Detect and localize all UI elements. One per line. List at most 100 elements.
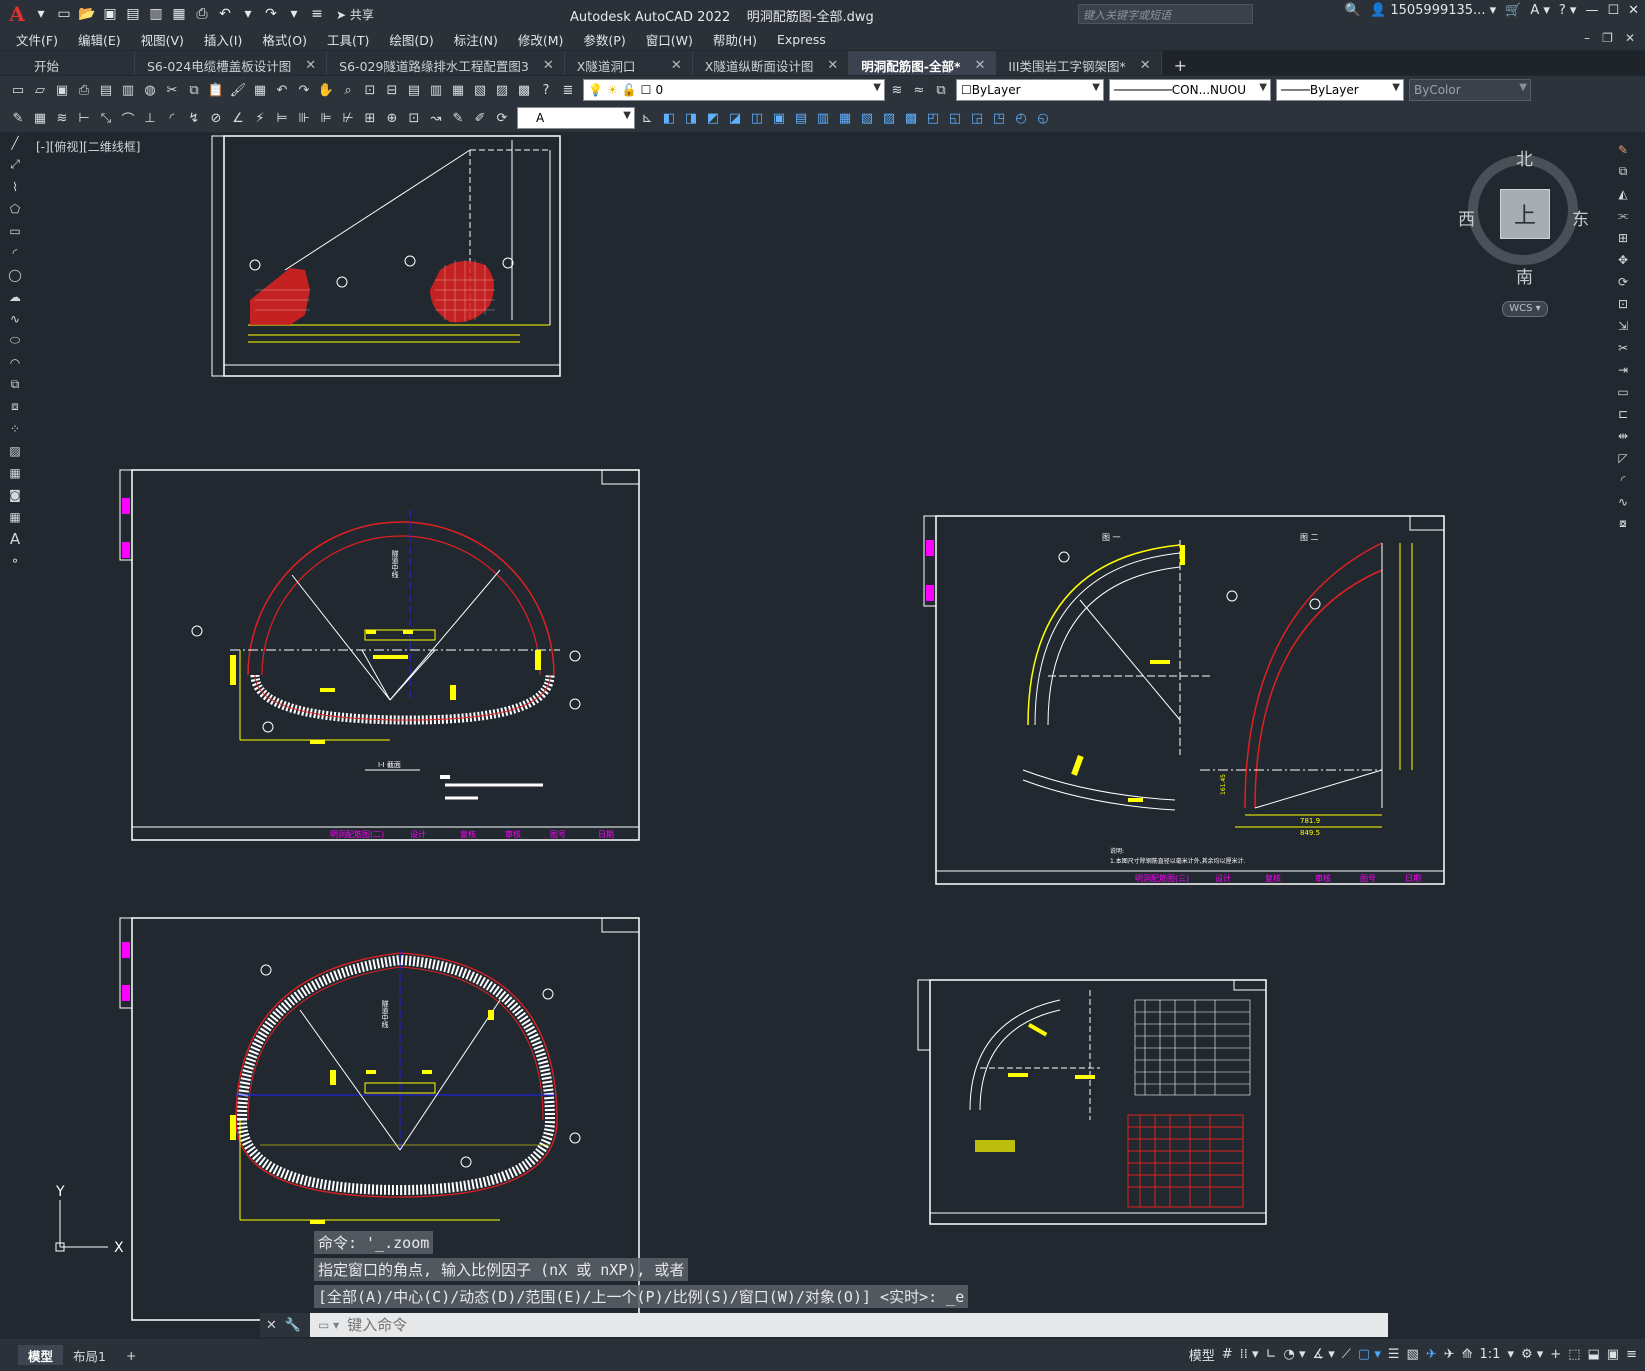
polar-tracking-icon[interactable]: ◔ ▾ bbox=[1283, 1347, 1305, 1362]
object-snap-icon[interactable]: ▢ ▾ bbox=[1358, 1347, 1381, 1362]
help-icon[interactable]: ? bbox=[536, 80, 556, 100]
tool-palettes-icon[interactable]: ▦ bbox=[448, 80, 468, 100]
make-current-layer-icon[interactable]: ≋ bbox=[887, 80, 907, 100]
tab-longitudinal[interactable]: X隧道纵断面设计图 ✕ bbox=[692, 51, 850, 75]
erase-icon[interactable]: ✎ bbox=[1613, 140, 1633, 159]
blend-curves-icon[interactable]: ∿ bbox=[1613, 492, 1633, 511]
shell-icon[interactable]: ◲ bbox=[967, 108, 987, 128]
tab-s6-024[interactable]: S6-024电缆槽盖板设计图 ✕ bbox=[135, 51, 328, 75]
redo-dropdown-icon[interactable]: ▾ bbox=[284, 4, 304, 24]
cut-icon[interactable]: ✂ bbox=[162, 80, 182, 100]
ellipse-icon[interactable]: ⬭ bbox=[5, 331, 25, 350]
add-layout-button[interactable]: + bbox=[116, 1345, 146, 1365]
dim-angular-icon[interactable]: ∠ bbox=[228, 108, 248, 128]
point-icon[interactable]: ⁘ bbox=[5, 419, 25, 438]
sheet-set-icon[interactable]: ▧ bbox=[470, 80, 490, 100]
dim-radius-icon[interactable]: ◜ bbox=[162, 108, 182, 128]
design-center-icon[interactable]: ▥ bbox=[426, 80, 446, 100]
ortho-icon[interactable]: ∟ bbox=[1266, 1347, 1277, 1362]
construction-line-icon[interactable]: ⤢ bbox=[5, 155, 25, 174]
tab-close-icon[interactable]: ✕ bbox=[827, 58, 838, 73]
clean-icon[interactable]: ◰ bbox=[923, 108, 943, 128]
annotation-scale-icon[interactable]: ⟰ bbox=[1462, 1347, 1473, 1362]
table-icon[interactable]: ▦ bbox=[5, 507, 25, 526]
plot-preview-icon[interactable]: ▦ bbox=[169, 4, 189, 24]
paste-icon[interactable]: 📋 bbox=[206, 80, 226, 100]
plotstyle-dropdown[interactable]: ByColor ▼ bbox=[1409, 79, 1531, 101]
match-properties-icon[interactable]: 🖌 bbox=[228, 80, 248, 100]
zoom-window-icon[interactable]: ⊡ bbox=[360, 80, 380, 100]
help-icon[interactable]: ? ▾ bbox=[1559, 3, 1577, 18]
app-menu-dropdown-icon[interactable]: ▾ bbox=[31, 4, 51, 24]
compass-north[interactable]: 北 bbox=[1516, 145, 1533, 170]
add-selected-icon[interactable]: ⚬ bbox=[5, 551, 25, 570]
pan-icon[interactable]: ✋ bbox=[316, 80, 336, 100]
undo-icon[interactable]: ↶ bbox=[215, 4, 235, 24]
3d-print-icon[interactable]: ◍ bbox=[140, 80, 160, 100]
viewcube[interactable]: 上 北 南 东 西 WCS ▾ bbox=[1458, 145, 1610, 320]
minimize-button[interactable]: — bbox=[1585, 3, 1598, 18]
save-as-icon[interactable]: ▤ bbox=[123, 4, 143, 24]
doc-restore-button[interactable]: ❐ bbox=[1602, 31, 1613, 45]
copy-faces-icon[interactable]: ▧ bbox=[857, 108, 877, 128]
separate-icon[interactable]: ◱ bbox=[945, 108, 965, 128]
save-icon[interactable]: ▣ bbox=[100, 4, 120, 24]
line-icon[interactable]: ╱ bbox=[5, 133, 25, 152]
center-mark-icon[interactable]: ⊕ bbox=[382, 108, 402, 128]
close-command-line-icon[interactable]: ✕ bbox=[266, 1318, 277, 1333]
color-faces-icon[interactable]: ▨ bbox=[879, 108, 899, 128]
annotation-visibility-icon[interactable]: ✈ bbox=[1426, 1347, 1437, 1362]
multiline-text-icon[interactable]: A bbox=[5, 529, 25, 548]
open-icon[interactable]: ▱ bbox=[30, 80, 50, 100]
quick-properties-icon[interactable]: ⬓ bbox=[1588, 1347, 1600, 1362]
dim-diameter-icon[interactable]: ⊘ bbox=[206, 108, 226, 128]
layout-tab-layout1[interactable]: 布局1 bbox=[63, 1345, 116, 1365]
array-icon[interactable]: ⊞ bbox=[1613, 228, 1633, 247]
dim-style-icon[interactable]: ⊾ bbox=[637, 108, 657, 128]
publish-icon[interactable]: ▥ bbox=[146, 4, 166, 24]
markup-icon[interactable]: ▨ bbox=[492, 80, 512, 100]
auto-scale-icon[interactable]: ✈ bbox=[1444, 1347, 1455, 1362]
match-icon[interactable]: ▦ bbox=[30, 108, 50, 128]
trim-icon[interactable]: ✂ bbox=[1613, 338, 1633, 357]
new-icon[interactable]: ▭ bbox=[8, 80, 28, 100]
spline-icon[interactable]: ∿ bbox=[5, 309, 25, 328]
layer-dropdown[interactable]: 💡 ☀ 🔓 ☐ 0 ▼ bbox=[583, 79, 885, 101]
slice-icon[interactable]: ◵ bbox=[1033, 108, 1053, 128]
cart-icon[interactable]: 🛒 bbox=[1505, 3, 1521, 18]
calculator-icon[interactable]: ▩ bbox=[514, 80, 534, 100]
extrude-faces-icon[interactable]: ◪ bbox=[725, 108, 745, 128]
block-editor-icon[interactable]: ▦ bbox=[250, 80, 270, 100]
polyline-icon[interactable]: ⌇ bbox=[5, 177, 25, 196]
edit-text-icon[interactable]: ✎ bbox=[8, 108, 28, 128]
doc-minimize-button[interactable]: – bbox=[1584, 31, 1590, 45]
copy-icon[interactable]: ⧉ bbox=[184, 80, 204, 100]
check-icon[interactable]: ◳ bbox=[989, 108, 1009, 128]
dim-edit-icon[interactable]: ✎ bbox=[448, 108, 468, 128]
annotation-monitor-icon[interactable]: + bbox=[1550, 1347, 1561, 1362]
drawing-canvas[interactable]: 明洞配筋图(二) 设计 复核 审核 图号 日期 I-I 截面 隧道中线 明洞配筋… bbox=[30, 130, 1610, 1330]
region-icon[interactable]: ◙ bbox=[5, 485, 25, 504]
layer-icon[interactable]: ≋ bbox=[52, 108, 72, 128]
preview-icon[interactable]: ▤ bbox=[96, 80, 116, 100]
jogged-linear-icon[interactable]: ↝ bbox=[426, 108, 446, 128]
user-account[interactable]: 👤 1505999135... ▾ bbox=[1370, 3, 1496, 18]
polygon-icon[interactable]: ⬠ bbox=[5, 199, 25, 218]
menu-format[interactable]: 格式(O) bbox=[262, 30, 307, 49]
tab-steel-frame[interactable]: III类围岩工字钢架图* ✕ bbox=[996, 51, 1162, 75]
dim-aligned-icon[interactable]: ⤡ bbox=[96, 108, 116, 128]
menu-file[interactable]: 文件(F) bbox=[16, 30, 58, 49]
break-at-point-icon[interactable]: ▭ bbox=[1613, 382, 1633, 401]
menu-insert[interactable]: 插入(I) bbox=[204, 30, 242, 49]
dim-continue-icon[interactable]: ⊪ bbox=[294, 108, 314, 128]
menu-help[interactable]: 帮助(H) bbox=[713, 30, 757, 49]
customize-icon[interactable]: 🔧 bbox=[285, 1318, 301, 1333]
tab-s6-029[interactable]: S6-029隧道路缘排水工程配置图3 ✕ bbox=[327, 51, 565, 75]
tab-close-icon[interactable]: ✕ bbox=[543, 58, 554, 73]
new-file-icon[interactable]: ▭ bbox=[54, 4, 74, 24]
properties-icon[interactable]: ▤ bbox=[404, 80, 424, 100]
make-block-icon[interactable]: ⧈ bbox=[5, 397, 25, 416]
tolerance-icon[interactable]: ⊞ bbox=[360, 108, 380, 128]
annotation-scale-value[interactable]: 1:1 bbox=[1480, 1347, 1501, 1362]
dim-jogged-icon[interactable]: ↯ bbox=[184, 108, 204, 128]
